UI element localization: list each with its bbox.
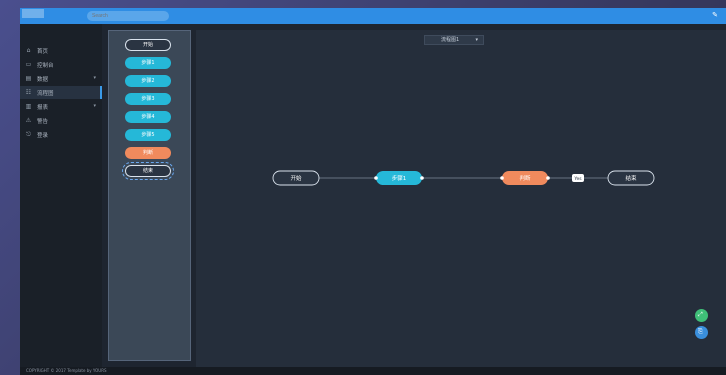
palette-node-start[interactable]: 开始 bbox=[125, 39, 171, 51]
flow-node-decision[interactable]: 判断 bbox=[500, 171, 550, 185]
palette-node-end[interactable]: 结束 bbox=[122, 162, 174, 180]
app-window: ✎ ⌂ 首页 ▭ 控制台 ▤ 数据 ▾ ☷ 流程图 ▥ 报表 ▾ ⚠ 警告 bbox=[20, 8, 726, 375]
svg-text:判断: 判断 bbox=[519, 174, 531, 182]
svg-text:结束: 结束 bbox=[625, 174, 637, 182]
login-icon: ⎋ bbox=[26, 131, 31, 138]
logo bbox=[22, 9, 44, 18]
palette-node-step[interactable]: 步骤2 bbox=[125, 75, 171, 87]
sidebar-item-data[interactable]: ▤ 数据 ▾ bbox=[20, 72, 102, 85]
copy-icon: ⎘ bbox=[698, 328, 703, 335]
sidebar-item-label: 控制台 bbox=[37, 63, 54, 69]
copy-button[interactable]: ⎘ bbox=[695, 326, 708, 339]
sidebar-item-label: 警告 bbox=[37, 119, 49, 125]
sidebar-item-console[interactable]: ▭ 控制台 bbox=[20, 58, 102, 71]
flow-node-start[interactable]: 开始 bbox=[272, 170, 320, 186]
svg-text:步骤1: 步骤1 bbox=[392, 174, 407, 182]
palette-node-step[interactable]: 步骤3 bbox=[125, 93, 171, 105]
edge-label: Yes bbox=[572, 174, 584, 182]
flow-node-end[interactable]: 结束 bbox=[607, 170, 655, 186]
table-icon: ▤ bbox=[25, 75, 32, 82]
sidebar: ⌂ 首页 ▭ 控制台 ▤ 数据 ▾ ☷ 流程图 ▥ 报表 ▾ ⚠ 警告 ⎋ 登录 bbox=[20, 24, 102, 367]
sidebar-item-label: 首页 bbox=[37, 49, 49, 55]
flow-node-step[interactable]: 步骤1 bbox=[374, 171, 424, 185]
fullscreen-button[interactable]: ⤢ bbox=[695, 309, 708, 322]
top-header: ✎ bbox=[20, 8, 726, 24]
sidebar-item-label: 流程图 bbox=[37, 91, 54, 97]
chevron-down-icon: ▾ bbox=[93, 103, 96, 109]
flowchart-icon: ☷ bbox=[25, 89, 32, 96]
chevron-down-icon: ▾ bbox=[93, 75, 96, 81]
sidebar-item-flowchart[interactable]: ☷ 流程图 bbox=[20, 86, 102, 99]
copyright-text: COPYRIGHT © 2017 Template by YOURS bbox=[26, 368, 107, 373]
warning-icon: ⚠ bbox=[25, 117, 32, 124]
sidebar-item-label: 报表 bbox=[37, 105, 49, 111]
footer: COPYRIGHT © 2017 Template by YOURS bbox=[20, 367, 726, 375]
palette-node-decision[interactable]: 判断 bbox=[125, 147, 171, 159]
sidebar-item-warning[interactable]: ⚠ 警告 bbox=[20, 114, 102, 127]
home-icon: ⌂ bbox=[26, 47, 31, 54]
search-input[interactable] bbox=[87, 11, 169, 21]
palette-node-step[interactable]: 步骤1 bbox=[125, 57, 171, 69]
palette-node-step[interactable]: 步骤4 bbox=[125, 111, 171, 123]
flow-canvas[interactable]: 流程图1 ▾ 开始 步骤1 判断 Yes 结束 bbox=[196, 30, 726, 367]
palette-node-step[interactable]: 步骤5 bbox=[125, 129, 171, 141]
chart-icon: ▥ bbox=[25, 103, 32, 110]
svg-text:Yes: Yes bbox=[573, 176, 582, 182]
sidebar-item-login[interactable]: ⎋ 登录 bbox=[20, 128, 102, 141]
node-palette: 开始 步骤1 步骤2 步骤3 步骤4 步骤5 判断 结束 bbox=[108, 30, 191, 361]
sidebar-item-label: 登录 bbox=[37, 133, 49, 139]
svg-text:开始: 开始 bbox=[290, 174, 302, 182]
sidebar-item-report[interactable]: ▥ 报表 ▾ bbox=[20, 100, 102, 113]
sidebar-item-home[interactable]: ⌂ 首页 bbox=[20, 44, 102, 57]
expand-icon: ⤢ bbox=[698, 311, 703, 318]
monitor-icon: ▭ bbox=[25, 61, 32, 68]
wrench-icon[interactable]: ✎ bbox=[712, 11, 718, 19]
sidebar-item-label: 数据 bbox=[37, 77, 49, 83]
flow-diagram: 开始 步骤1 判断 Yes 结束 bbox=[272, 170, 655, 186]
